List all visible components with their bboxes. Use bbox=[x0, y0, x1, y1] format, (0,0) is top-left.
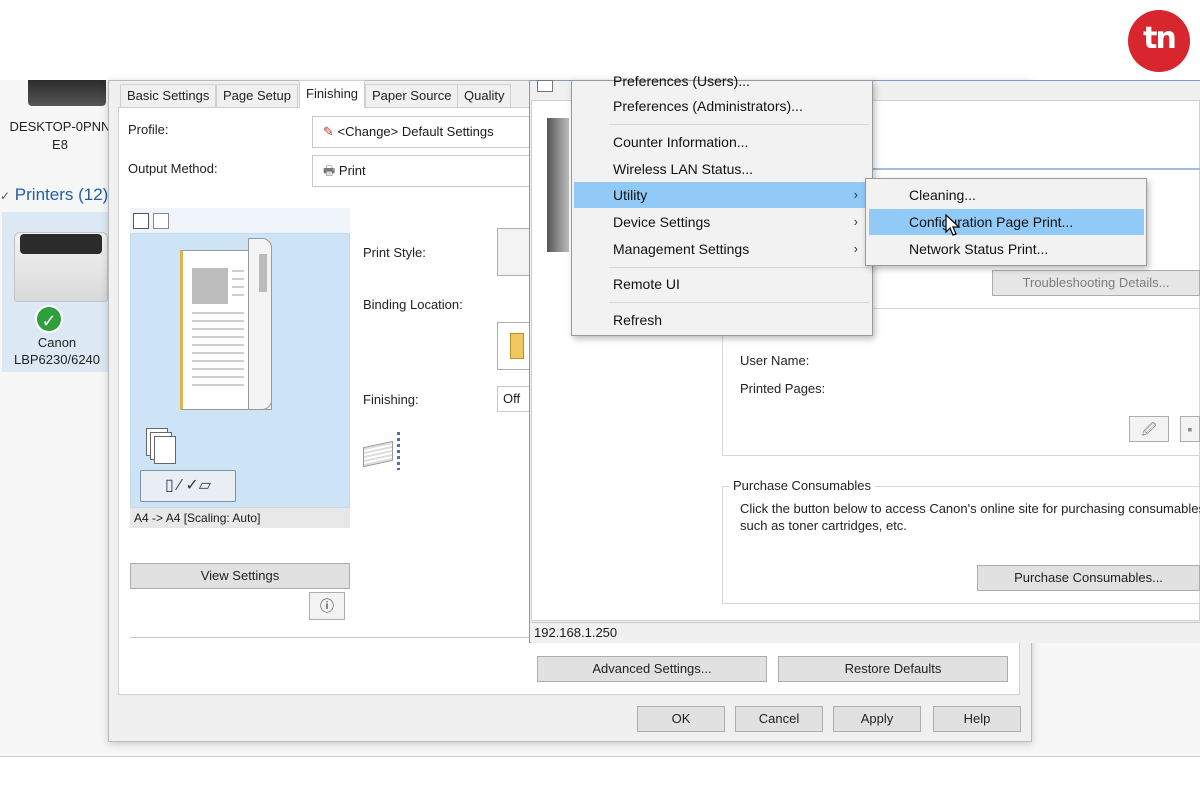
printers-section-header[interactable]: ✓ Printers (12) bbox=[0, 185, 108, 205]
printer-thumbnail bbox=[547, 118, 569, 252]
status-bar: 192.168.1.250 bbox=[531, 622, 1200, 643]
ok-button[interactable]: OK bbox=[637, 706, 725, 732]
preview-scroll-indicator bbox=[259, 254, 267, 292]
brand-logo: tn bbox=[1128, 10, 1190, 72]
menu-item-counter-information[interactable]: Counter Information... bbox=[574, 129, 870, 155]
print-style-icon[interactable] bbox=[497, 228, 530, 276]
menu-item-preferences-administrators[interactable]: Preferences (Administrators)... bbox=[574, 93, 870, 119]
menu-item-management-settings[interactable]: Management Settings › bbox=[574, 236, 870, 262]
printer-name-line1: Canon bbox=[37, 335, 77, 350]
print-job-icon[interactable]: 🖉 bbox=[1129, 416, 1169, 442]
menu-item-label: Utility bbox=[613, 187, 648, 203]
computer-name[interactable]: DESKTOP-0PNN E8 bbox=[0, 118, 120, 154]
tab-page-setup[interactable]: Page Setup bbox=[216, 84, 298, 108]
default-printer-check-icon: ✓ bbox=[35, 305, 63, 333]
menu-item-label: Remote UI bbox=[613, 276, 680, 292]
paper-stack-icon bbox=[363, 432, 403, 472]
page-view-icon[interactable] bbox=[133, 213, 149, 229]
menu-item-refresh[interactable]: Refresh bbox=[574, 307, 870, 333]
restore-defaults-button[interactable]: Restore Defaults bbox=[778, 656, 1008, 682]
menu-item-label: Preferences (Users)... bbox=[613, 73, 750, 89]
mouse-pointer-icon bbox=[945, 214, 961, 236]
profile-label: Profile: bbox=[128, 122, 169, 137]
menu-item-label: Refresh bbox=[613, 312, 663, 328]
output-method-value: Print bbox=[338, 163, 366, 178]
bottom-border bbox=[0, 756, 1200, 757]
logo-text: tn bbox=[1143, 21, 1177, 56]
layout-toggle-icon[interactable]: ▯ ⁄ ✓▱ bbox=[140, 470, 236, 502]
help-button[interactable]: Help bbox=[933, 706, 1021, 732]
finishing-label: Finishing: bbox=[363, 392, 419, 407]
status-line bbox=[870, 168, 1200, 170]
advanced-settings-button[interactable]: Advanced Settings... bbox=[537, 656, 767, 682]
output-method-select[interactable]: 🖶 Print bbox=[312, 155, 537, 187]
cancel-job-icon[interactable]: ▪ bbox=[1180, 416, 1200, 442]
printer-name-line2: LBP6230/6240 bbox=[13, 352, 101, 367]
purchase-consumables-button[interactable]: Purchase Consumables... bbox=[977, 565, 1200, 591]
profile-select[interactable]: ✎ <Change> Default Settings bbox=[312, 116, 537, 148]
cancel-button[interactable]: Cancel bbox=[735, 706, 823, 732]
info-icon[interactable]: ⓘ bbox=[309, 592, 345, 620]
computer-name-line1: DESKTOP-0PNN bbox=[9, 119, 111, 134]
print-style-label: Print Style: bbox=[363, 245, 426, 260]
user-name-label: User Name: bbox=[740, 353, 810, 368]
purchase-description-line1: Click the button below to access Canon's… bbox=[740, 501, 1200, 516]
tab-quality[interactable]: Quality bbox=[457, 84, 512, 108]
computer-icon[interactable] bbox=[28, 80, 106, 106]
menu-item-label: Wireless LAN Status... bbox=[613, 161, 754, 177]
menu-separator bbox=[609, 124, 869, 125]
preview-body-lines bbox=[192, 312, 244, 386]
preview-image-placeholder bbox=[192, 268, 228, 304]
menu-item-utility[interactable]: Utility › bbox=[574, 182, 870, 208]
submenu-item-label: Configuration Page Print... bbox=[909, 214, 1074, 230]
apply-button[interactable]: Apply bbox=[833, 706, 921, 732]
preview-caption: A4 -> A4 [Scaling: Auto] bbox=[130, 508, 350, 528]
chevron-down-icon: ✓ bbox=[0, 189, 11, 203]
view-settings-button[interactable]: View Settings bbox=[130, 563, 350, 589]
finishing-select[interactable]: Off bbox=[497, 386, 530, 412]
chevron-right-icon: › bbox=[853, 241, 858, 256]
purchase-group-title: Purchase Consumables bbox=[730, 478, 875, 493]
printer-name: Canon LBP6230/6240 bbox=[2, 334, 112, 368]
printed-pages-label: Printed Pages: bbox=[740, 381, 826, 396]
submenu-item-label: Network Status Print... bbox=[909, 241, 1049, 257]
binding-location-label: Binding Location: bbox=[363, 297, 463, 312]
context-menu: Preferences (Users)... Preferences (Admi… bbox=[571, 73, 873, 336]
menu-item-device-settings[interactable]: Device Settings › bbox=[574, 209, 870, 235]
purchase-description-line2: such as toner cartridges, etc. bbox=[740, 518, 907, 533]
tab-basic-settings[interactable]: Basic Settings bbox=[120, 84, 217, 108]
printer-icon-lid bbox=[20, 234, 102, 254]
submenu-item-configuration-page-print[interactable]: Configuration Page Print... bbox=[869, 209, 1144, 235]
computer-name-line2: E8 bbox=[52, 137, 68, 152]
tab-finishing[interactable]: Finishing bbox=[299, 80, 366, 108]
chevron-right-icon: › bbox=[853, 187, 858, 202]
printer-view-icon[interactable] bbox=[153, 213, 169, 229]
menu-separator bbox=[609, 267, 869, 268]
printers-header-label: Printers (12) bbox=[14, 185, 109, 204]
menu-item-label: Counter Information... bbox=[613, 134, 749, 150]
utility-submenu: Cleaning... Configuration Page Print... … bbox=[865, 178, 1147, 266]
binding-location-icon[interactable] bbox=[497, 322, 530, 370]
menu-separator bbox=[609, 302, 869, 303]
window-icon bbox=[537, 80, 553, 92]
tab-paper-source[interactable]: Paper Source bbox=[365, 84, 459, 108]
output-method-label: Output Method: bbox=[128, 161, 218, 176]
preview-text-lines bbox=[232, 270, 244, 296]
profile-value: <Change> Default Settings bbox=[337, 124, 494, 139]
menu-item-remote-ui[interactable]: Remote UI bbox=[574, 271, 870, 297]
menu-item-wireless-lan-status[interactable]: Wireless LAN Status... bbox=[574, 156, 870, 182]
submenu-item-cleaning[interactable]: Cleaning... bbox=[869, 182, 1144, 208]
menu-item-label: Device Settings bbox=[613, 214, 711, 230]
menu-item-preferences-users[interactable]: Preferences (Users)... bbox=[574, 68, 870, 94]
chevron-right-icon: › bbox=[853, 214, 858, 229]
troubleshooting-details-button[interactable]: Troubleshooting Details... bbox=[992, 270, 1200, 296]
submenu-item-label: Cleaning... bbox=[909, 187, 976, 203]
submenu-item-network-status-print[interactable]: Network Status Print... bbox=[869, 236, 1144, 262]
copies-stack-icon bbox=[146, 428, 176, 464]
menu-item-label: Preferences (Administrators)... bbox=[613, 98, 803, 114]
print-icon: 🖶 bbox=[323, 163, 336, 178]
pencil-icon: ✎ bbox=[323, 124, 334, 139]
menu-item-label: Management Settings bbox=[613, 241, 750, 257]
